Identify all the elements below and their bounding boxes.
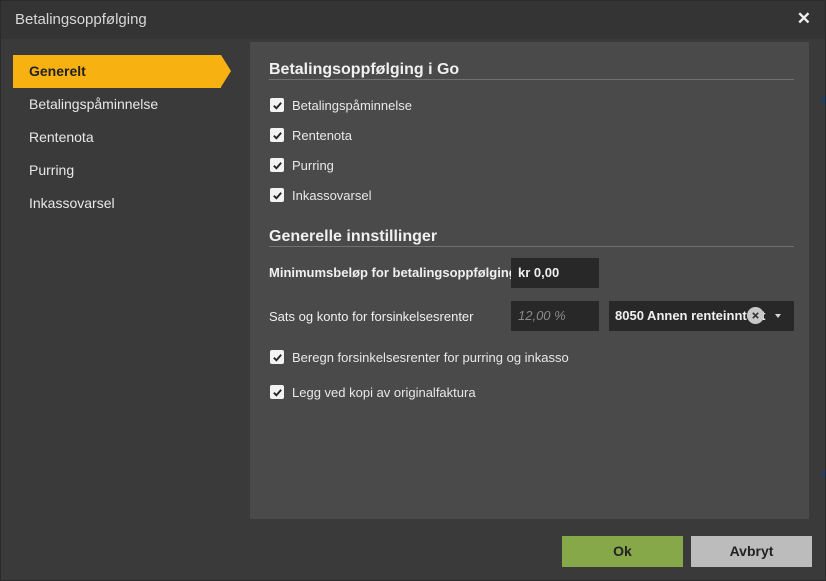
sidebar-item-label: Betalingspåminnelse <box>29 96 159 112</box>
sidebar-item-purring[interactable]: Purring <box>13 154 233 187</box>
section-title-go: Betalingsoppfølging i Go <box>269 61 460 78</box>
cancel-button[interactable]: Avbryt <box>691 536 812 567</box>
checkmark-icon[interactable] <box>270 350 284 364</box>
checkmark-icon[interactable] <box>270 98 284 112</box>
checkbox-label: Inkassovarsel <box>292 187 372 203</box>
account-select[interactable]: 8050 Annen renteinntekt <box>609 301 794 331</box>
close-icon[interactable]: ✕ <box>797 9 811 29</box>
background-window-edge <box>822 471 825 477</box>
checkmark-icon[interactable] <box>270 188 284 202</box>
checkmark-icon[interactable] <box>270 158 284 172</box>
payment-followup-dialog: Betalingsoppfølging ✕ Generelt Betalings… <box>0 0 826 581</box>
sidebar-item-betalingspaminnelse[interactable]: Betalingspåminnelse <box>13 88 233 121</box>
checkbox-label: Beregn forsinkelsesrenter for purring og… <box>292 349 569 365</box>
checkmark-icon[interactable] <box>270 128 284 142</box>
checkbox-label: Purring <box>292 157 334 173</box>
checkbox-label: Legg ved kopi av originalfaktura <box>292 384 476 400</box>
rate-input[interactable]: 12,00 % <box>511 301 599 331</box>
sidebar-item-label: Purring <box>29 162 75 178</box>
checkbox-calc-interest[interactable]: Beregn forsinkelsesrenter for purring og… <box>270 348 569 366</box>
clear-icon[interactable] <box>747 307 764 324</box>
ok-button[interactable]: Ok <box>562 536 683 567</box>
section-title-general: Generelle innstillinger <box>269 228 438 245</box>
section-divider <box>269 79 794 80</box>
checkbox-label: Rentenota <box>292 127 352 143</box>
sidebar-item-label: Generelt <box>29 63 86 79</box>
checkbox-attach-copy[interactable]: Legg ved kopi av originalfaktura <box>270 383 476 401</box>
sidebar-item-generelt[interactable]: Generelt <box>13 55 231 88</box>
checkbox-label: Betalingspåminnelse <box>292 97 412 113</box>
rate-label: Sats og konto for forsinkelsesrenter <box>269 309 474 324</box>
dialog-title: Betalingsoppfølging <box>15 11 147 28</box>
checkbox-purring[interactable]: Purring <box>270 156 334 174</box>
sidebar-nav: Generelt Betalingspåminnelse Rentenota P… <box>13 55 233 220</box>
background-window-edge <box>822 96 825 104</box>
checkbox-betalingspaminnelse[interactable]: Betalingspåminnelse <box>270 96 412 114</box>
checkbox-inkassovarsel[interactable]: Inkassovarsel <box>270 186 371 204</box>
checkbox-rentenota[interactable]: Rentenota <box>270 126 352 144</box>
sidebar-item-inkassovarsel[interactable]: Inkassovarsel <box>13 187 233 220</box>
min-amount-input[interactable]: kr 0,00 <box>511 258 599 288</box>
chevron-down-icon[interactable] <box>775 314 781 318</box>
sidebar-item-rentenota[interactable]: Rentenota <box>13 121 233 154</box>
checkmark-icon[interactable] <box>270 385 284 399</box>
sidebar-item-label: Rentenota <box>29 129 94 145</box>
dialog-titlebar: Betalingsoppfølging ✕ <box>1 1 825 39</box>
sidebar-item-label: Inkassovarsel <box>29 195 115 211</box>
section-divider <box>269 246 794 247</box>
min-amount-label: Minimumsbeløp for betalingsoppfølging <box>269 265 517 280</box>
account-select-value: 8050 Annen renteinntekt <box>615 308 766 323</box>
settings-panel: Betalingsoppfølging i Go Betalingspåminn… <box>250 42 809 519</box>
